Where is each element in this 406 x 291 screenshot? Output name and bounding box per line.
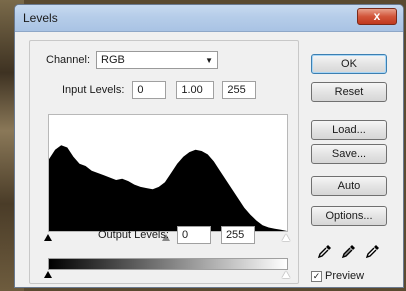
input-black-slider[interactable]: [44, 234, 52, 241]
levels-group: Channel: RGB ▼ Input Levels: Output Leve…: [29, 40, 299, 284]
input-black-field[interactable]: [132, 81, 167, 99]
load-button[interactable]: Load...: [311, 120, 387, 140]
gray-eyedropper-icon[interactable]: [341, 243, 357, 259]
dialog-title: Levels: [23, 11, 58, 25]
input-white-slider[interactable]: [282, 234, 290, 241]
input-levels-label: Input Levels:: [62, 84, 125, 96]
histogram-graph: [49, 145, 287, 231]
levels-dialog: Levels x Channel: RGB ▼ Input Levels: 0 …: [14, 4, 404, 288]
preview-checkbox[interactable]: ✓: [311, 270, 322, 282]
output-gradient-bar: [48, 258, 288, 270]
output-white-slider[interactable]: [282, 271, 290, 278]
options-button[interactable]: Options...: [311, 206, 387, 226]
channel-value: RGB: [101, 54, 125, 66]
preview-option[interactable]: ✓ Preview: [311, 270, 364, 282]
histogram: [48, 114, 288, 232]
save-button[interactable]: Save...: [311, 144, 387, 164]
black-eyedropper-icon[interactable]: [317, 243, 333, 259]
white-eyedropper-icon[interactable]: [365, 243, 381, 259]
output-levels-label: Output Levels:: [98, 229, 169, 241]
input-gamma-field[interactable]: [176, 81, 215, 99]
input-white-field[interactable]: [222, 81, 257, 99]
ok-button[interactable]: OK: [311, 54, 387, 74]
close-button[interactable]: x: [357, 8, 397, 25]
channel-select[interactable]: RGB ▼: [96, 51, 219, 69]
title-bar: Levels x: [15, 5, 403, 32]
chevron-down-icon: ▼: [205, 55, 214, 65]
histogram-shape: [49, 145, 287, 231]
reset-button[interactable]: Reset: [311, 82, 387, 102]
output-black-field[interactable]: [176, 226, 211, 244]
channel-label: Channel:: [46, 54, 91, 66]
preview-label: Preview: [325, 270, 365, 282]
output-white-field[interactable]: [220, 226, 255, 244]
output-black-slider[interactable]: [44, 271, 52, 278]
auto-button[interactable]: Auto: [311, 176, 387, 196]
